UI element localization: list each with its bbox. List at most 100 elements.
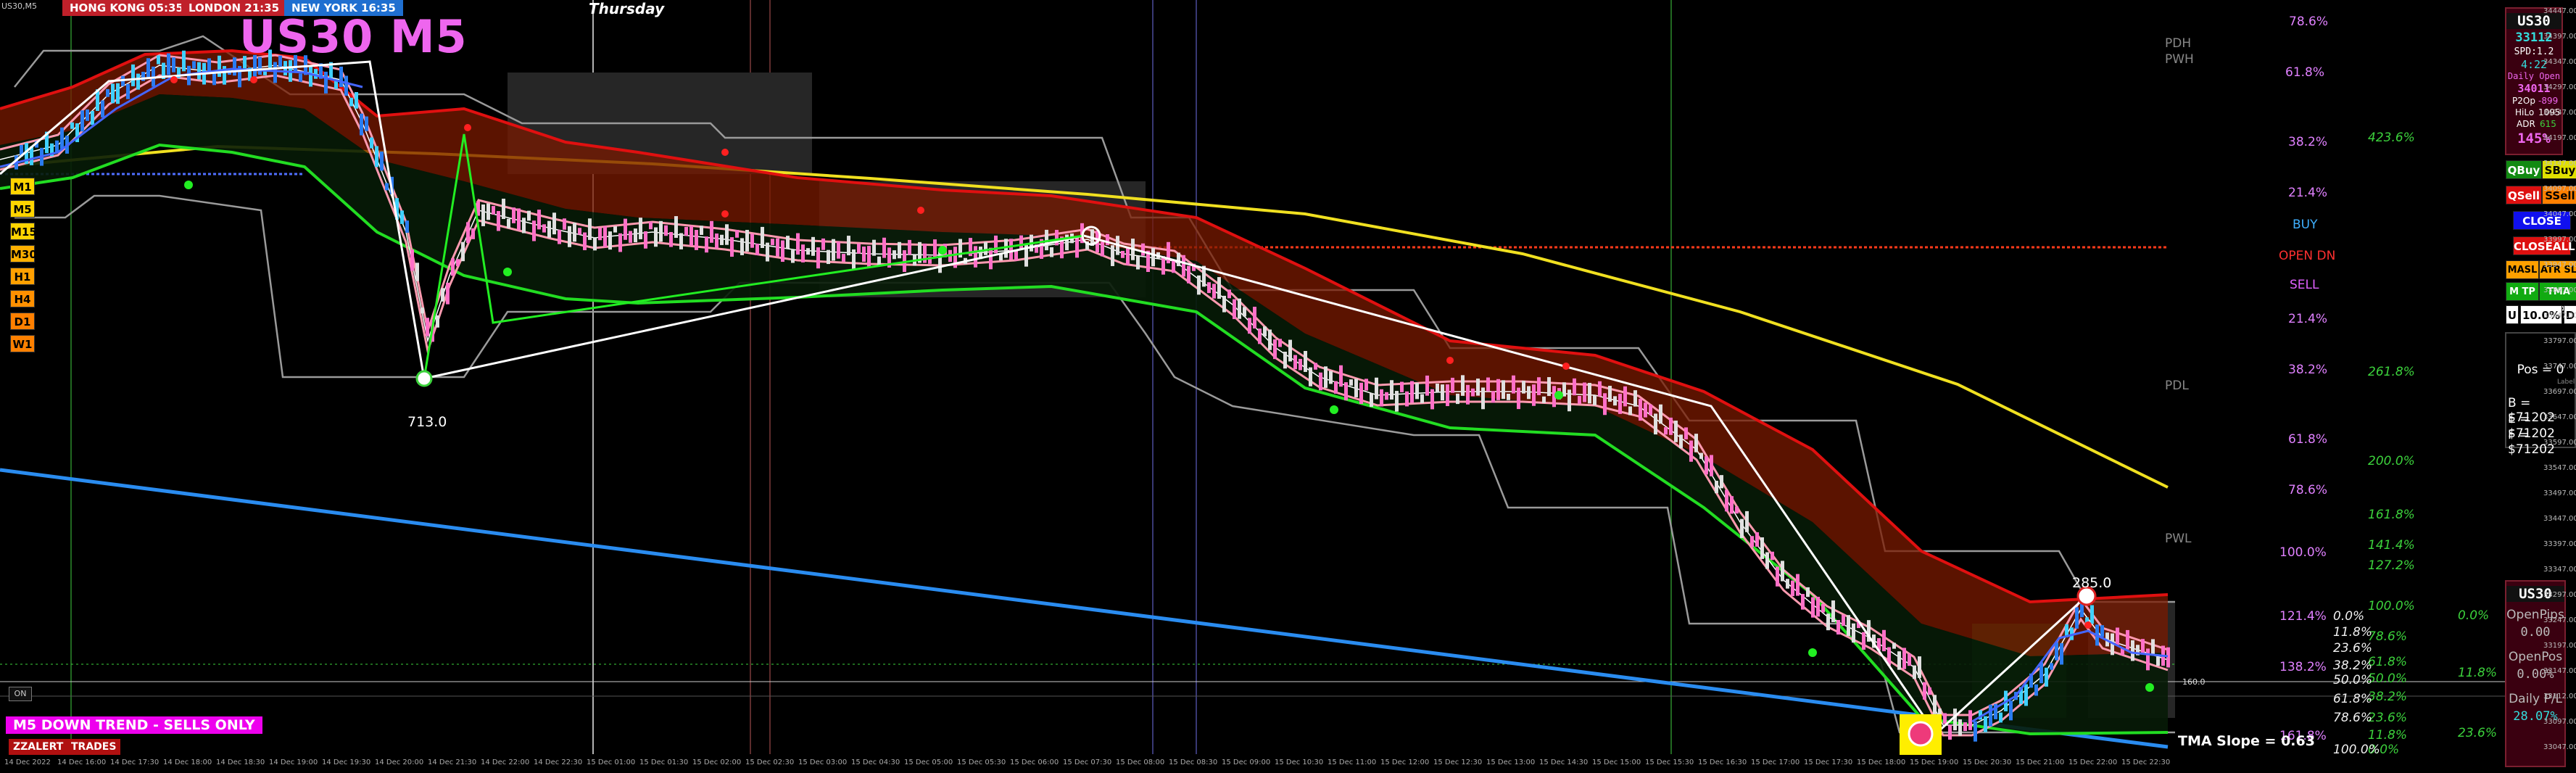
time-tick: 15 Dec 17:30 xyxy=(1804,758,1853,766)
candle xyxy=(1527,386,1531,400)
price-tick: 33112.00 xyxy=(2543,693,2576,700)
zzalert-button[interactable]: ZZALERT xyxy=(9,739,68,755)
time-tick: 14 Dec 21:30 xyxy=(428,758,477,766)
candle xyxy=(1831,600,1835,622)
pdh-label: PDH xyxy=(2165,36,2192,51)
price-tick: 33897.00 xyxy=(2543,286,2576,294)
candle xyxy=(608,231,612,250)
timeframe-h1-button[interactable]: H1 xyxy=(10,268,35,285)
mtp-button[interactable]: M TP xyxy=(2506,282,2539,301)
candle xyxy=(1654,413,1657,435)
lot-down-button[interactable]: U xyxy=(2506,305,2519,324)
position-label: Label xyxy=(2557,379,2575,386)
candle xyxy=(456,259,460,267)
candle xyxy=(1466,384,1470,405)
on-button[interactable]: ON xyxy=(9,687,32,701)
candle xyxy=(1293,355,1297,370)
buy-signal-dot xyxy=(503,268,512,276)
price-tick: 34047.00 xyxy=(2543,210,2576,218)
price-chart[interactable] xyxy=(0,0,2576,773)
candle xyxy=(877,256,881,266)
candle xyxy=(1309,367,1312,386)
price-tick: 33297.00 xyxy=(2543,591,2576,599)
level-160-label: 160.0 xyxy=(2182,677,2206,687)
candle xyxy=(1593,394,1596,405)
fib-extension-label: 0.0% xyxy=(2458,608,2490,623)
candle xyxy=(2045,667,2048,687)
fib-retrace-label: 100.0% xyxy=(2333,743,2380,757)
candle xyxy=(2166,647,2170,668)
candle xyxy=(1842,614,1845,627)
candle xyxy=(446,282,450,305)
open-dn-label: OPEN DN xyxy=(2279,249,2336,263)
candle xyxy=(2060,642,2063,665)
candle xyxy=(882,237,886,258)
fib-extension-label: 141.4% xyxy=(2368,538,2415,553)
qbuy-button[interactable]: QBuy xyxy=(2506,160,2542,179)
candle xyxy=(507,218,510,228)
candle xyxy=(461,241,465,262)
info-hilo-label: HiLo xyxy=(2515,107,2535,117)
candle xyxy=(1009,239,1013,260)
qsell-button[interactable]: QSell xyxy=(2506,186,2542,204)
candle xyxy=(426,318,429,336)
candle xyxy=(786,236,790,249)
buy-signal-dot xyxy=(184,181,193,189)
timeframe-m15-button[interactable]: M15 xyxy=(10,223,37,240)
candle xyxy=(1913,665,1916,679)
candle xyxy=(532,220,536,241)
price-tick: 33047.00 xyxy=(2543,743,2576,751)
fib-extension-label: 127.2% xyxy=(2368,558,2415,573)
timeframe-m5-button[interactable]: M5 xyxy=(10,200,35,218)
candle xyxy=(1456,393,1459,405)
timeframe-w1-button[interactable]: W1 xyxy=(10,335,35,352)
candle xyxy=(1781,561,1784,582)
candle xyxy=(339,66,343,87)
candle xyxy=(1953,708,1957,731)
price-tick: 33997.00 xyxy=(2543,236,2576,244)
candle xyxy=(847,236,850,256)
trades-button[interactable]: TRADES xyxy=(67,739,121,755)
candle xyxy=(1370,393,1373,408)
candle xyxy=(568,226,571,247)
candle xyxy=(2090,605,2094,624)
candle xyxy=(2131,640,2134,661)
candle xyxy=(1517,387,1520,410)
candle xyxy=(1943,713,1947,724)
price-tick: 33847.00 xyxy=(2543,312,2576,320)
sell-signal-dot xyxy=(721,210,729,218)
timeframe-m1-button[interactable]: M1 xyxy=(10,178,35,195)
candle xyxy=(1750,536,1754,547)
candle xyxy=(70,122,74,129)
price-tick: 33747.00 xyxy=(2543,363,2576,371)
candle xyxy=(1918,656,1921,678)
time-tick: 14 Dec 19:00 xyxy=(269,758,318,766)
signal-marker xyxy=(1908,721,1934,747)
candle xyxy=(1659,404,1662,424)
candle xyxy=(558,229,561,244)
candle xyxy=(1664,427,1668,435)
candle xyxy=(1725,489,1728,512)
candle xyxy=(1897,651,1901,670)
timeframe-h4-button[interactable]: H4 xyxy=(10,290,35,307)
candle xyxy=(634,228,637,243)
candle xyxy=(1771,551,1774,561)
fib-level-label: 100.0% xyxy=(2279,545,2327,560)
timeframe-m30-button[interactable]: M30 xyxy=(10,245,37,263)
candle xyxy=(1847,615,1850,637)
candle xyxy=(1578,395,1581,404)
candle xyxy=(664,225,668,236)
candle xyxy=(1669,417,1673,435)
timeframe-d1-button[interactable]: D1 xyxy=(10,313,35,330)
candle xyxy=(2039,662,2043,684)
candle xyxy=(684,226,688,236)
masl-button[interactable]: MASL xyxy=(2506,260,2539,279)
time-tick: 14 Dec 2022 xyxy=(4,758,51,766)
price-tick: 33347.00 xyxy=(2543,566,2576,574)
time-tick: 15 Dec 08:30 xyxy=(1169,758,1218,766)
time-tick: 15 Dec 03:00 xyxy=(798,758,848,766)
candle xyxy=(1902,648,1906,669)
candle xyxy=(172,57,175,73)
candle xyxy=(1430,389,1434,410)
time-tick: 14 Dec 22:00 xyxy=(481,758,530,766)
